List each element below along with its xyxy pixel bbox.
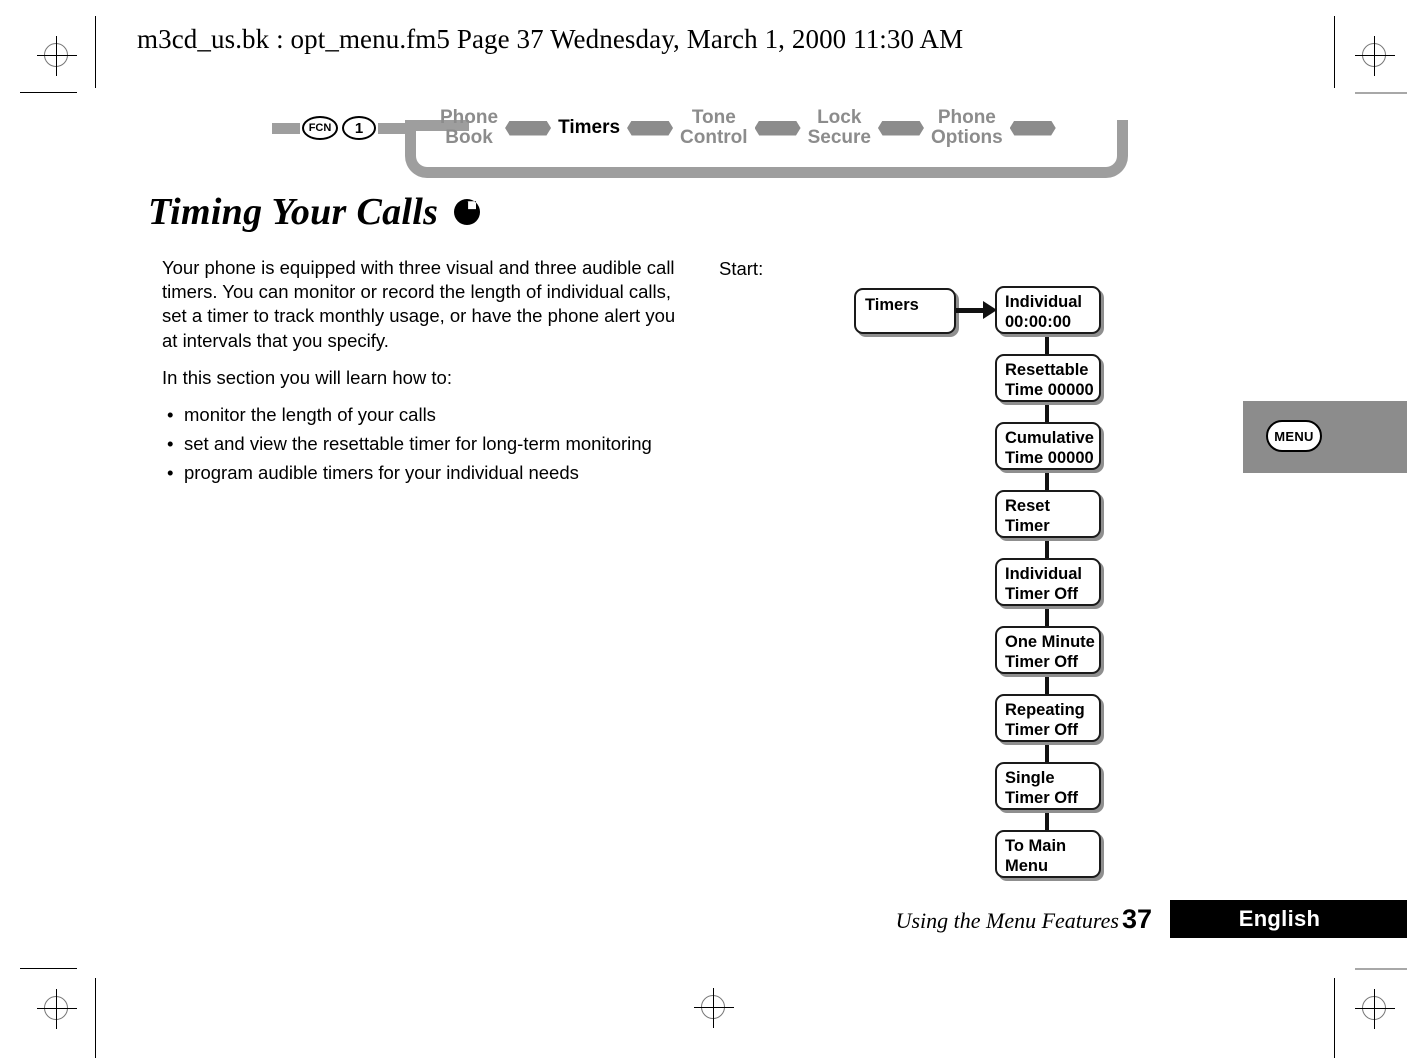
list-item: • program audible timers for your indivi… [162, 461, 686, 485]
flow-node-reset-timer[interactable]: Reset Timer [995, 490, 1101, 538]
menu-flowchart: Timers Individual 00:00:00 Resettable Ti… [852, 286, 1112, 886]
nav-item-tone-control[interactable]: Tone Control [680, 108, 748, 148]
flow-connector [1045, 810, 1049, 830]
nav-row: FCN 1 Phone Book Timers Tone Control Loc… [272, 100, 1063, 156]
nav-arrow-icon-1 [505, 120, 552, 136]
flow-connector [1045, 334, 1049, 354]
flow-item: To Main Menu [995, 830, 1108, 878]
flow-item: Repeating Timer Off [995, 694, 1108, 742]
nav-dash-leading [272, 122, 300, 134]
trim-line-bottom-left-vertical [95, 978, 96, 1058]
flow-node-column: Individual 00:00:00 Resettable Time 0000… [995, 286, 1108, 878]
flow-item: Resettable Time 00000 [995, 354, 1108, 402]
bullet-icon: • [167, 433, 174, 455]
nav-item-phone-book[interactable]: Phone Book [440, 108, 498, 148]
menu-key-button[interactable]: MENU [1266, 420, 1322, 452]
flow-connector [1045, 538, 1049, 558]
one-key[interactable]: 1 [342, 116, 376, 140]
flow-node-individual-timer-off[interactable]: Individual Timer Off [995, 558, 1101, 606]
registration-mark-bottom-center [694, 988, 734, 1028]
page-title: Timing Your Calls [148, 190, 482, 234]
menu-section-tab[interactable]: MENU [1243, 401, 1407, 473]
footer-page-number: 37 [1122, 904, 1153, 934]
flow-node-resettable-time[interactable]: Resettable Time 00000 [995, 354, 1101, 402]
bullet-icon: • [167, 462, 174, 484]
flow-node-to-main-menu[interactable]: To Main Menu [995, 830, 1101, 878]
list-item-label: set and view the resettable timer for lo… [184, 433, 652, 455]
list-lead-paragraph: In this section you will learn how to: [162, 366, 452, 388]
registration-mark-top-right [1355, 36, 1395, 76]
list-item: • monitor the length of your calls [162, 403, 686, 427]
menu-path-navigation: FCN 1 Phone Book Timers Tone Control Loc… [272, 100, 1132, 182]
flow-item: Individual 00:00:00 [995, 286, 1108, 334]
trim-line-bottom-left-horizontal [20, 968, 77, 969]
flow-connector [1045, 470, 1049, 490]
registration-mark-bottom-left [37, 989, 77, 1029]
list-item-label: program audible timers for your individu… [184, 462, 579, 484]
flow-connector [1045, 402, 1049, 422]
flow-item: One Minute Timer Off [995, 626, 1108, 674]
footer-language-bar: English [1170, 900, 1407, 938]
flow-node-cumulative-time[interactable]: Cumulative Time 00000 [995, 422, 1101, 470]
start-label: Start: [719, 258, 764, 279]
trim-line-bottom-right-horizontal [1355, 968, 1407, 970]
nav-item-phone-options[interactable]: Phone Options [931, 108, 1003, 148]
flow-connector [1045, 674, 1049, 694]
trim-line-top-right-horizontal [1355, 92, 1407, 94]
registration-mark-top-left [37, 36, 77, 76]
fcn-key[interactable]: FCN [302, 116, 338, 140]
footer-language-label: English [1238, 906, 1321, 931]
clock-icon [452, 197, 482, 227]
trim-line-top-left-horizontal [20, 92, 77, 93]
flow-item: Individual Timer Off [995, 558, 1108, 606]
trim-line-top-right-vertical [1334, 16, 1335, 88]
flow-node-single-timer-off[interactable]: Single Timer Off [995, 762, 1101, 810]
footer-chapter-title: Using the Menu Features [895, 908, 1119, 933]
flow-item: Reset Timer [995, 490, 1108, 538]
list-item: • set and view the resettable timer for … [162, 432, 686, 456]
trim-line-bottom-right-vertical [1334, 978, 1335, 1058]
flow-item: Single Timer Off [995, 762, 1108, 810]
nav-arrow-icon-4 [877, 120, 924, 136]
page-footer: Using the Menu Features 37 English [0, 900, 1407, 940]
nav-arrow-icon-5 [1009, 120, 1056, 136]
flow-item: Cumulative Time 00000 [995, 422, 1108, 470]
flow-node-one-minute-timer-off[interactable]: One Minute Timer Off [995, 626, 1101, 674]
flow-connector [1045, 742, 1049, 762]
body-column: Your phone is equipped with three visual… [162, 256, 686, 491]
nav-dash-trailing [378, 122, 406, 134]
nav-arrow-icon-2 [627, 120, 674, 136]
list-item-label: monitor the length of your calls [184, 404, 436, 426]
nav-arrow-icon-3 [754, 120, 801, 136]
registration-mark-bottom-right [1355, 989, 1395, 1029]
flow-node-repeating-timer-off[interactable]: Repeating Timer Off [995, 694, 1101, 742]
bullet-icon: • [167, 404, 174, 426]
page-title-text: Timing Your Calls [148, 191, 439, 233]
intro-paragraph: Your phone is equipped with three visual… [162, 257, 676, 351]
flow-node-individual-time[interactable]: Individual 00:00:00 [995, 286, 1101, 334]
flow-arrow-icon [983, 301, 997, 319]
nav-item-lock-secure[interactable]: Lock Secure [808, 108, 871, 148]
flow-node-timers[interactable]: Timers [854, 288, 956, 334]
trim-line-top-left-vertical [95, 16, 96, 88]
nav-item-timers[interactable]: Timers [558, 118, 620, 138]
document-header: m3cd_us.bk : opt_menu.fm5 Page 37 Wednes… [137, 24, 964, 54]
flow-connector [1045, 606, 1049, 626]
